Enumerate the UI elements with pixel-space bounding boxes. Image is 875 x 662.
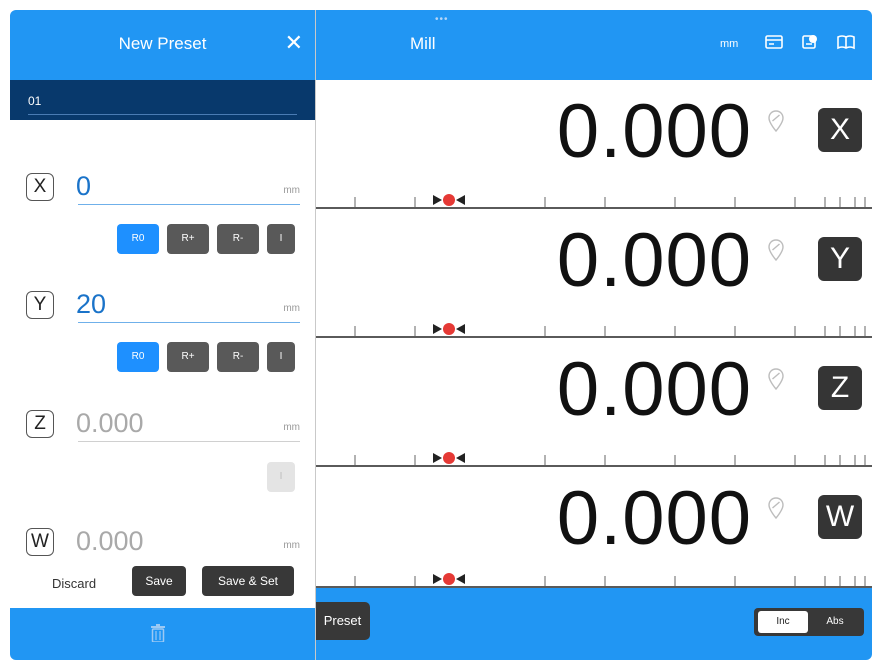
inc-abs-toggle[interactable]: Inc Abs	[754, 608, 864, 636]
axis-badge-w: W	[26, 528, 54, 556]
dro-value-y: 0.000	[556, 218, 752, 303]
dro-value-x: 0.000	[556, 89, 752, 174]
position-scale	[354, 452, 866, 465]
preset-axis-w: W 0.000 mm	[26, 520, 300, 560]
reference-pin-icon[interactable]	[768, 239, 784, 261]
dro-value-w: 0.000	[556, 476, 752, 561]
reference-pin-icon[interactable]	[768, 497, 784, 519]
reference-pin-icon[interactable]	[768, 110, 784, 132]
preset-panel: New Preset ✕ 01 X 0 mm R0 R+ R- I Y 20 m…	[10, 10, 316, 660]
app-window: New Preset ✕ 01 X 0 mm R0 R+ R- I Y 20 m…	[10, 10, 872, 660]
position-scale	[354, 573, 866, 586]
book-icon[interactable]	[837, 34, 855, 50]
axis-x-unit: mm	[283, 185, 300, 196]
axis-badge-y: Y	[26, 291, 54, 319]
preset-panel-header: New Preset ✕	[10, 10, 315, 80]
axis-key-z[interactable]: Z	[818, 366, 862, 410]
axis-x-underline	[78, 204, 300, 205]
mode-rplus-button-y[interactable]: R+	[167, 342, 209, 372]
close-icon[interactable]: ✕	[285, 30, 303, 56]
axis-w-input[interactable]: 0.000	[76, 526, 144, 557]
preset-axis-y: Y 20 mm	[26, 283, 300, 323]
axis-badge-z: Z	[26, 410, 54, 438]
save-and-set-button[interactable]: Save & Set	[202, 566, 294, 596]
dro-axis-z[interactable]: 0.000 Z	[315, 338, 872, 467]
axis-w-unit: mm	[283, 540, 300, 551]
preset-panel-title: New Preset	[118, 34, 207, 53]
tool-table-icon[interactable]	[801, 34, 819, 50]
save-button[interactable]: Save	[132, 566, 186, 596]
toggle-abs[interactable]: Abs	[810, 611, 860, 633]
dro-axis-x[interactable]: 0.000 X	[315, 80, 872, 209]
preset-actions: Discard Save Save & Set	[10, 566, 315, 602]
position-scale	[354, 323, 866, 336]
preset-name-value: 01	[28, 94, 42, 108]
dro-axis-w[interactable]: 0.000 W	[315, 467, 872, 588]
mode-i-button-z[interactable]: I	[267, 462, 295, 492]
axis-key-y[interactable]: Y	[818, 237, 862, 281]
main-footer: Preset Inc Abs	[315, 588, 872, 660]
main-title: Mill	[410, 34, 436, 53]
axis-y-input[interactable]: 20	[76, 289, 106, 320]
axis-key-x[interactable]: X	[818, 108, 862, 152]
axis-key-w[interactable]: W	[818, 495, 862, 539]
position-scale	[354, 194, 866, 207]
card-icon[interactable]	[765, 34, 783, 50]
axis-y-underline	[78, 322, 300, 323]
mode-rminus-button-x[interactable]: R-	[217, 224, 259, 254]
mode-rplus-button-x[interactable]: R+	[167, 224, 209, 254]
mode-group-z: I	[267, 462, 297, 492]
mode-group-x: R0 R+ R- I	[117, 224, 297, 254]
trash-icon[interactable]	[150, 624, 166, 642]
preset-button[interactable]: Preset	[315, 602, 370, 640]
preset-axis-x: X 0 mm	[26, 165, 300, 205]
mode-r0-button-x[interactable]: R0	[117, 224, 159, 254]
dro-value-z: 0.000	[556, 347, 752, 432]
preset-panel-footer	[10, 608, 315, 660]
mode-i-button-y[interactable]: I	[267, 342, 295, 372]
preset-name-underline	[28, 114, 297, 115]
reference-pin-icon[interactable]	[768, 368, 784, 390]
mode-i-button-x[interactable]: I	[267, 224, 295, 254]
unit-toggle[interactable]: mm	[720, 38, 738, 50]
axis-z-underline	[78, 441, 300, 442]
mode-r0-button-y[interactable]: R0	[117, 342, 159, 372]
mode-rminus-button-y[interactable]: R-	[217, 342, 259, 372]
axis-z-unit: mm	[283, 422, 300, 433]
drag-handle[interactable]: •••	[435, 14, 449, 25]
axis-z-input[interactable]: 0.000	[76, 408, 144, 439]
mode-group-y: R0 R+ R- I	[117, 342, 297, 372]
main-header: ••• Mill mm	[315, 10, 872, 80]
dro-axis-y[interactable]: 0.000 Y	[315, 209, 872, 338]
preset-axis-z: Z 0.000 mm	[26, 402, 300, 442]
axis-badge-x: X	[26, 173, 54, 201]
toggle-inc[interactable]: Inc	[758, 611, 808, 633]
discard-button[interactable]: Discard	[52, 576, 96, 591]
axis-x-input[interactable]: 0	[76, 171, 91, 202]
axis-y-unit: mm	[283, 303, 300, 314]
